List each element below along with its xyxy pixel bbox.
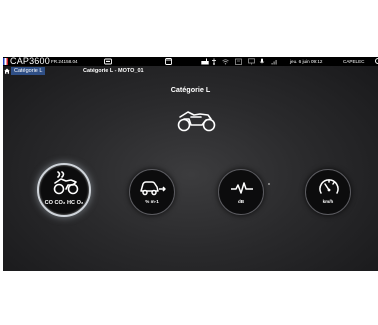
sound-wave-icon: [231, 182, 253, 194]
printer-icon[interactable]: [104, 58, 112, 65]
home-icon[interactable]: [4, 68, 10, 74]
speedometer-icon: [319, 179, 339, 194]
status-bar: CAP3600 FR.24158.04 jeu. 6 juin 09:12 CA…: [3, 57, 378, 66]
page-subtitle: Catégorie L - MOTO_01: [83, 68, 144, 74]
page-title: Catégorie L: [170, 85, 211, 94]
usb-icon[interactable]: [211, 58, 217, 65]
window-icon[interactable]: [165, 58, 172, 65]
date-time: jeu. 6 juin 09:12: [290, 59, 323, 64]
navigation-bar: [3, 67, 378, 76]
sound-level-button[interactable]: dB: [218, 169, 264, 215]
flag-icon: [3, 58, 8, 65]
brand-name: CAP3600: [10, 57, 50, 66]
breadcrumb[interactable]: Catégorie L: [11, 67, 46, 75]
serial-number: FR.24158.04: [51, 59, 78, 64]
motorcycle-icon: [177, 111, 216, 132]
sound-level-label: dB: [237, 199, 245, 204]
opacity-label: % m-1: [145, 199, 159, 204]
mouse-cursor: [268, 183, 270, 185]
wifi-icon[interactable]: [222, 58, 229, 65]
display-icon[interactable]: [248, 58, 255, 65]
signal-icon[interactable]: [271, 58, 278, 65]
microphone-icon[interactable]: [259, 58, 265, 65]
keyboard-icon[interactable]: [201, 58, 209, 65]
opacity-button[interactable]: % m-1: [129, 169, 175, 215]
app-screen: CAP3600 FR.24158.04 jeu. 6 juin 09:12 CA…: [3, 57, 378, 271]
motorcycle-exhaust-icon: [53, 171, 79, 195]
gas-analysis-label: CO CO₂ HC O₂: [44, 200, 84, 206]
gas-analyzer-icon[interactable]: [235, 58, 242, 65]
vendor-name: CAPELEC: [343, 59, 365, 64]
speed-button[interactable]: km/h: [305, 169, 351, 215]
car-smoke-icon: [140, 181, 166, 196]
speed-label: km/h: [322, 199, 334, 204]
gas-analysis-button[interactable]: CO CO₂ HC O₂: [37, 163, 91, 217]
